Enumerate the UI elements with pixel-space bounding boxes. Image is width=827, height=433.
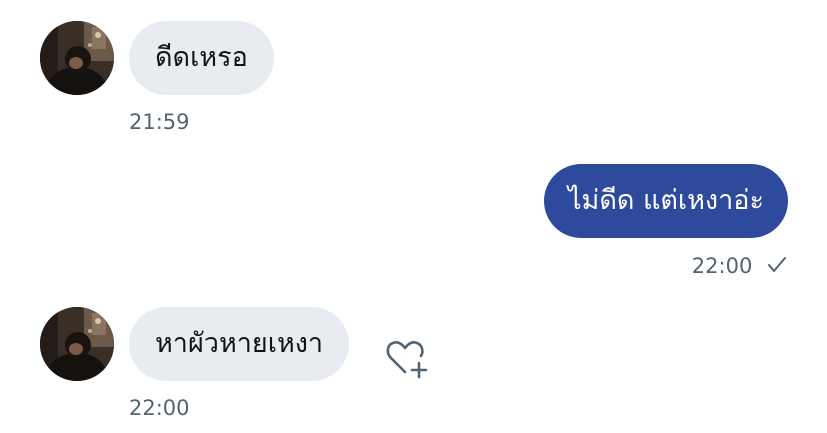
message-bubble-incoming[interactable]: หาผัวหายเหงา [129, 307, 350, 381]
heart-add-icon[interactable] [383, 334, 431, 382]
message-timestamp: 22:00 [692, 254, 787, 278]
message-timestamp: 22:00 [129, 396, 190, 420]
avatar[interactable] [40, 307, 114, 381]
message-text: ดีดเหรอ [155, 42, 248, 73]
avatar-photo-icon [40, 21, 114, 95]
message-text: ไม่ดีด แต่เหงาอ่ะ [567, 185, 764, 216]
avatar-photo-icon [40, 307, 114, 381]
chat-thread: ดีดเหรอ 21:59 ไม่ดีด แต่เหงาอ่ะ 22:00 หา… [0, 0, 827, 433]
avatar[interactable] [40, 21, 114, 95]
message-bubble-outgoing[interactable]: ไม่ดีด แต่เหงาอ่ะ [543, 164, 788, 238]
message-timestamp: 21:59 [129, 110, 190, 134]
message-bubble-incoming[interactable]: ดีดเหรอ [129, 21, 274, 95]
message-text: หาผัวหายเหงา [155, 328, 324, 359]
check-icon [768, 257, 786, 272]
